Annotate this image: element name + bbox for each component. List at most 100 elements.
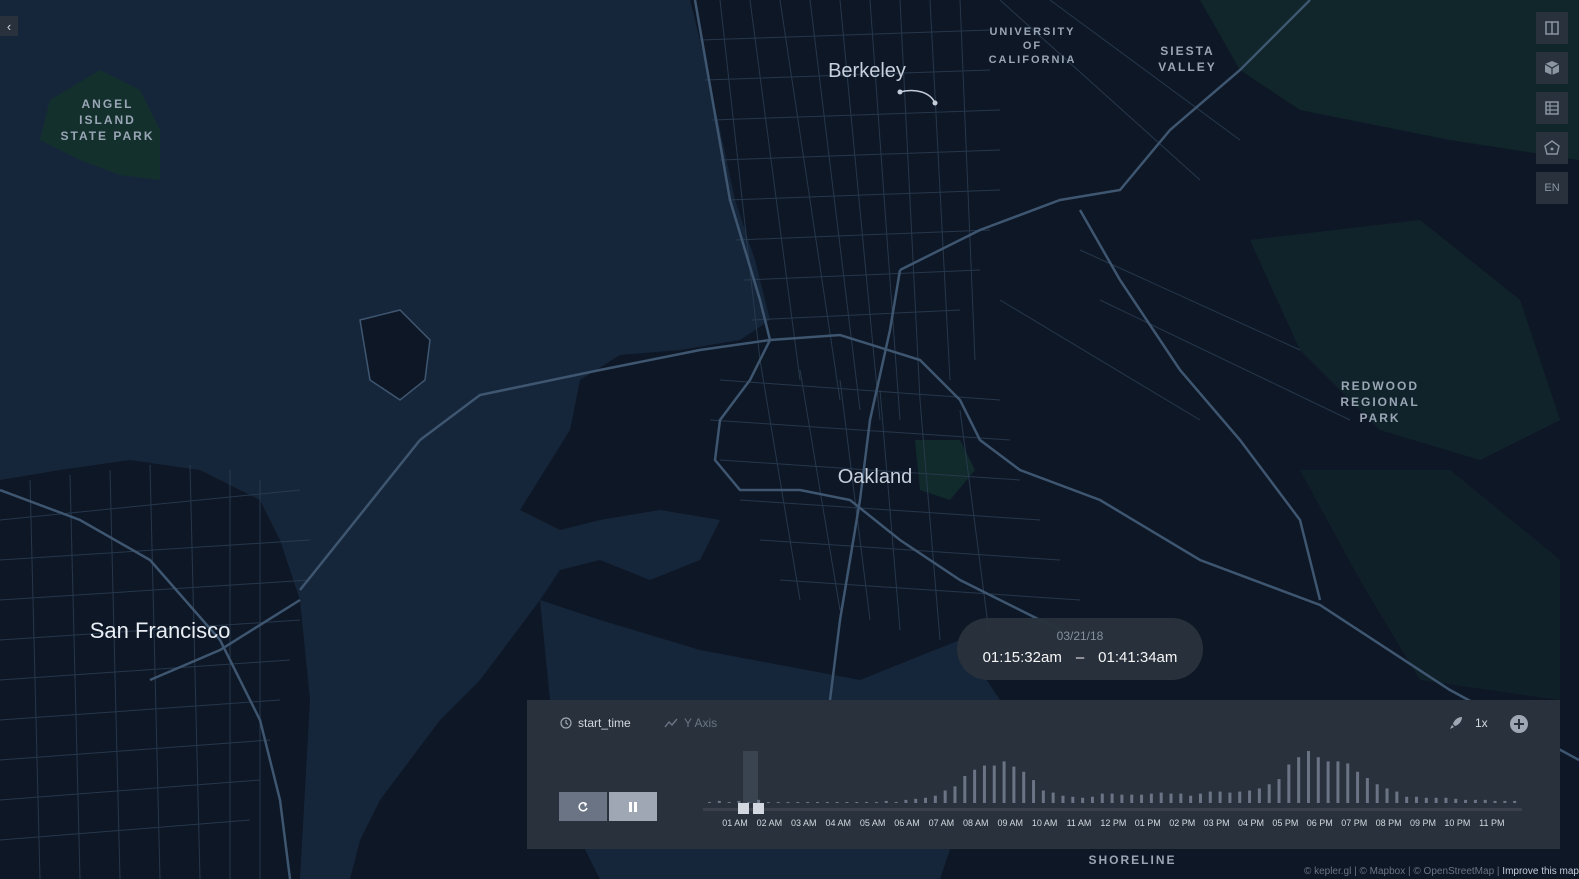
histogram-bar bbox=[1414, 796, 1418, 803]
histogram-bar bbox=[1513, 800, 1517, 803]
histogram-bar bbox=[1316, 757, 1320, 803]
histogram-bar bbox=[816, 802, 820, 803]
histogram-bar bbox=[1464, 799, 1468, 803]
time-tick-label: 12 PM bbox=[1100, 818, 1126, 828]
time-separator: – bbox=[1075, 649, 1085, 666]
histogram-bar bbox=[1238, 791, 1242, 803]
histogram-bar bbox=[776, 802, 780, 803]
time-tick-label: 04 AM bbox=[825, 818, 851, 828]
histogram-bar bbox=[1336, 761, 1340, 803]
histogram-bar bbox=[1061, 795, 1065, 803]
attribution-kepler[interactable]: © kepler.gl bbox=[1304, 866, 1351, 877]
map-attribution: © kepler.gl | © Mapbox | © OpenStreetMap… bbox=[1303, 866, 1579, 877]
time-tick-label: 01 AM bbox=[722, 818, 748, 828]
time-tick-label: 03 PM bbox=[1204, 818, 1230, 828]
cube-icon bbox=[1544, 61, 1560, 75]
time-start: 01:15:32am bbox=[982, 649, 1062, 666]
3d-map-button[interactable] bbox=[1536, 52, 1568, 84]
time-tick-label: 08 PM bbox=[1376, 818, 1402, 828]
histogram-bar bbox=[1375, 784, 1379, 803]
attribution-osm[interactable]: © OpenStreetMap bbox=[1413, 866, 1494, 877]
time-tick-label: 08 AM bbox=[963, 818, 989, 828]
time-tick-label: 11 PM bbox=[1479, 818, 1504, 828]
time-tick-label: 10 PM bbox=[1444, 818, 1470, 828]
histogram-bar bbox=[933, 795, 937, 803]
histogram-bar bbox=[1326, 761, 1330, 803]
time-tick-label: 11 AM bbox=[1067, 818, 1092, 828]
histogram-bar bbox=[757, 799, 761, 803]
range-handle-start[interactable] bbox=[738, 803, 749, 814]
data-table-button[interactable] bbox=[1536, 92, 1568, 124]
histogram-bar bbox=[1356, 771, 1360, 803]
histogram-bar bbox=[1081, 797, 1085, 803]
histogram-bar bbox=[865, 801, 869, 803]
time-tick-label: 09 AM bbox=[997, 818, 1023, 828]
chevron-left-icon: ‹ bbox=[6, 18, 12, 34]
table-icon bbox=[1545, 101, 1559, 115]
histogram-bar bbox=[914, 798, 918, 803]
range-handle-end[interactable] bbox=[753, 803, 764, 814]
sidebar-toggle-button[interactable]: ‹ bbox=[0, 16, 18, 36]
histogram-bar bbox=[1228, 792, 1232, 803]
histogram-bar bbox=[1248, 790, 1252, 803]
histogram-bar bbox=[982, 765, 986, 803]
histogram-bar bbox=[1110, 793, 1114, 803]
histogram-bar bbox=[1454, 798, 1458, 803]
time-histogram[interactable]: 01 AM 02 AM 03 AM 04 AM 05 AM 06 AM 07 AM 08 AM… bbox=[527, 700, 1560, 849]
attribution-improve-link[interactable]: Improve this map bbox=[1502, 866, 1579, 877]
histogram-bar bbox=[1041, 790, 1045, 803]
timeline-track[interactable] bbox=[703, 808, 1522, 811]
histogram-bar bbox=[1405, 796, 1409, 803]
time-tick-label: 01 PM bbox=[1135, 818, 1161, 828]
time-tick-label: 07 PM bbox=[1341, 818, 1367, 828]
university-label: UNIVERSITY OF CALIFORNIA bbox=[988, 26, 1077, 66]
histogram-bar bbox=[1444, 797, 1448, 803]
histogram-bar bbox=[1277, 779, 1281, 803]
locale-button[interactable]: EN bbox=[1536, 172, 1568, 204]
histogram-bar bbox=[1022, 771, 1026, 803]
histogram-bar bbox=[796, 802, 800, 803]
time-tick-label: 07 AM bbox=[929, 818, 955, 828]
histogram-bar bbox=[1002, 761, 1006, 803]
histogram-bar bbox=[1120, 794, 1124, 803]
time-tick-label: 02 PM bbox=[1169, 818, 1195, 828]
histogram-bar bbox=[786, 801, 790, 803]
histogram-bar bbox=[1189, 795, 1193, 803]
selected-range-highlight bbox=[743, 751, 758, 803]
histogram-bar bbox=[825, 802, 829, 803]
histogram-bar bbox=[1395, 791, 1399, 803]
histogram-bar bbox=[884, 800, 888, 803]
oakland-label: Oakland bbox=[837, 466, 913, 488]
histogram-bar bbox=[992, 765, 996, 803]
split-map-icon bbox=[1545, 21, 1559, 35]
time-tick-label: 03 AM bbox=[791, 818, 817, 828]
shoreline-label: SHORELINE bbox=[1088, 853, 1177, 867]
histogram-bar bbox=[806, 802, 810, 803]
histogram-bar bbox=[1473, 799, 1477, 803]
histogram-bar bbox=[1218, 791, 1222, 803]
histogram-bar bbox=[1434, 797, 1438, 803]
histogram-bar bbox=[1503, 800, 1507, 803]
histogram-bar bbox=[1297, 757, 1301, 803]
draw-polygon-button[interactable] bbox=[1536, 132, 1568, 164]
time-playback-panel: start_time Y Axis 1x 01 AM 02 AM 03 AM 04 A… bbox=[527, 700, 1560, 849]
histogram-bar bbox=[1071, 796, 1075, 803]
histogram-bar bbox=[1306, 751, 1310, 803]
histogram-bar bbox=[943, 790, 947, 803]
histogram-bar bbox=[953, 786, 957, 803]
split-map-button[interactable] bbox=[1536, 12, 1568, 44]
histogram-bar bbox=[1140, 794, 1144, 803]
histogram-bar bbox=[973, 769, 977, 803]
time-tick-label: 05 AM bbox=[860, 818, 886, 828]
attribution-mapbox[interactable]: © Mapbox bbox=[1360, 866, 1406, 877]
histogram-bar bbox=[1424, 797, 1428, 803]
histogram-bar bbox=[924, 797, 928, 803]
histogram-bar bbox=[845, 802, 849, 803]
histogram-bar bbox=[766, 802, 770, 803]
histogram-bar bbox=[727, 802, 731, 803]
histogram-bar bbox=[1051, 792, 1055, 803]
histogram-bar bbox=[1267, 784, 1271, 803]
histogram-bar bbox=[1169, 793, 1173, 803]
redwood-park-label: REDWOOD REGIONAL PARK bbox=[1340, 379, 1420, 425]
siesta-valley-label: SIESTA VALLEY bbox=[1158, 44, 1217, 74]
